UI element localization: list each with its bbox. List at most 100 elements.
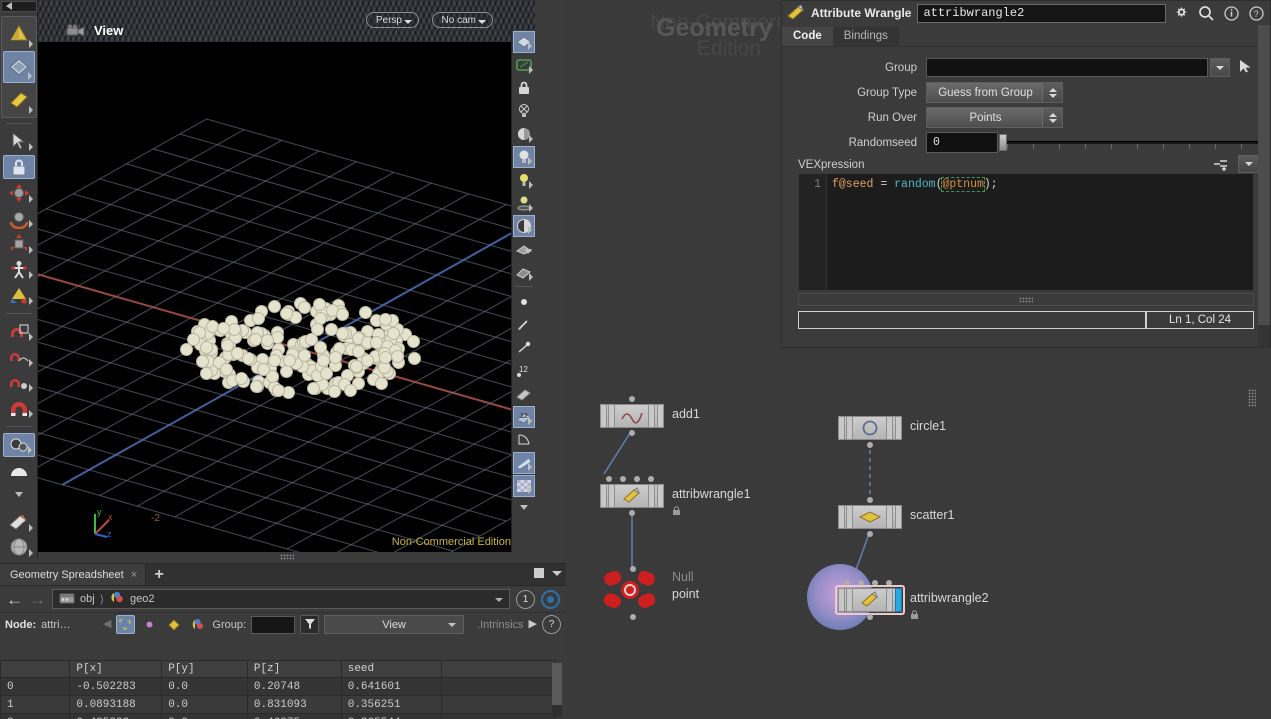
select-tool-icon[interactable] [3, 130, 35, 154]
display-frustum-icon[interactable] [512, 452, 535, 474]
help-icon[interactable]: ? [542, 615, 561, 634]
filter-icon[interactable] [300, 615, 320, 634]
move-tool-icon[interactable] [3, 181, 35, 205]
table-cell[interactable]: 2 [0, 713, 71, 719]
path-field[interactable]: obj ⟩ geo2 [52, 589, 510, 609]
editor-resize-grip[interactable] [1248, 389, 1256, 407]
display-bulb-off-icon[interactable] [513, 100, 535, 122]
handle-lock-icon[interactable] [2, 155, 35, 180]
tab-code[interactable]: Code [782, 27, 833, 46]
search-icon[interactable] [1197, 4, 1216, 23]
table-cell[interactable]: 0.356251 [340, 695, 442, 714]
paint-tool-icon[interactable] [3, 510, 35, 534]
parameter-panel-scrollbar[interactable] [1258, 25, 1270, 347]
back-arrow-icon[interactable]: ← [6, 591, 23, 608]
display-halfmoon-icon[interactable] [513, 123, 535, 145]
column-header[interactable] [440, 660, 557, 678]
table-cell[interactable] [440, 713, 557, 719]
editor-scroll-grip[interactable] [1019, 296, 1033, 303]
pose-tool-icon[interactable] [3, 258, 35, 282]
pin-target-icon[interactable] [541, 589, 560, 609]
table-cell[interactable]: 0.831093 [246, 695, 342, 714]
display-paint-icon[interactable] [513, 383, 535, 405]
tab-geometry-spreadsheet[interactable]: Geometry Spreadsheet × [0, 564, 147, 585]
table-cell[interactable]: 0.0 [161, 713, 248, 719]
snap-to-point-icon[interactable] [3, 371, 35, 395]
display-material-icon[interactable] [512, 215, 535, 237]
visibility-arc-icon[interactable] [3, 459, 35, 483]
table-cell[interactable] [440, 677, 557, 696]
node-scatter1[interactable]: scatter1 [838, 497, 954, 537]
null-node-icon[interactable] [602, 570, 660, 612]
node-output-connector[interactable] [629, 430, 635, 436]
node-output-connector[interactable] [867, 614, 873, 620]
table-cell[interactable]: 0.0 [161, 695, 248, 714]
display-camera-a-icon[interactable] [513, 238, 535, 260]
group-input[interactable] [926, 58, 1208, 77]
node-output-connector[interactable] [630, 614, 636, 620]
node-attribwrangle2[interactable]: attribwrangle2 [807, 564, 989, 630]
next-arrow-icon[interactable]: ▶ [529, 619, 537, 630]
wireframe-mode-icon[interactable] [2, 50, 35, 83]
table-row[interactable]: 1 0.0893188 0.0 0.831093 0.356251 [0, 695, 557, 714]
display-curve-icon[interactable] [513, 429, 535, 451]
points-attrib-icon[interactable] [116, 615, 136, 634]
randomseed-slider[interactable] [999, 132, 1270, 153]
table-row[interactable]: 0 -0.502283 0.0 0.20748 0.641601 [0, 677, 557, 696]
node-input-connector[interactable] [620, 476, 626, 482]
pane-menu-chevron-icon[interactable] [552, 570, 562, 576]
rotate-tool-icon[interactable] [3, 207, 35, 231]
shaded-mode-icon[interactable] [3, 18, 35, 50]
node-input-connector[interactable] [630, 566, 636, 572]
forward-arrow-icon[interactable]: → [29, 591, 46, 608]
insert-snippet-icon[interactable] [1212, 156, 1230, 172]
display-light-spot-icon[interactable] [513, 192, 535, 214]
info-icon[interactable] [1222, 4, 1241, 23]
scale-tool-icon[interactable] [3, 232, 35, 256]
display-lock-icon[interactable] [513, 77, 535, 99]
add-tab-button[interactable]: + [146, 564, 172, 585]
display-checker-icon[interactable] [512, 475, 535, 497]
table-cell[interactable]: 0.0 [161, 677, 248, 696]
display-number-icon[interactable]: 12 [513, 360, 535, 382]
randomseed-input[interactable]: 0 [926, 132, 998, 153]
viewport-projection-dropdown[interactable]: Persp [365, 12, 419, 28]
display-bulb-on-icon[interactable] [512, 146, 535, 168]
column-header[interactable]: P[x] [69, 660, 163, 678]
node-output-connector[interactable] [867, 531, 873, 537]
node-input-connector[interactable] [634, 476, 640, 482]
view-dropdown[interactable]: View [324, 615, 465, 634]
display-camera-b-icon[interactable] [513, 261, 535, 283]
breadcrumb-geo2[interactable]: geo2 [130, 593, 154, 605]
table-cell[interactable]: -0.502283 [69, 677, 163, 696]
group-dropdown-button[interactable] [1210, 58, 1230, 77]
orient-tool-icon[interactable] [3, 283, 35, 307]
table-cell[interactable]: 0.0893188 [69, 695, 163, 714]
spreadsheet-vertical-scrollbar[interactable] [552, 663, 562, 717]
node-input-connector[interactable] [606, 476, 612, 482]
column-header[interactable]: seed [340, 660, 442, 678]
run-over-dropdown[interactable]: Points [926, 107, 1063, 128]
viewport-resize-grip[interactable] [279, 554, 294, 560]
table-cell[interactable]: 1 [0, 695, 71, 714]
primitive-attrib-icon[interactable] [164, 615, 183, 634]
snap-to-primitive-icon[interactable] [3, 345, 35, 369]
frame-indicator[interactable]: 1 [516, 589, 535, 609]
display-vector-icon[interactable] [513, 337, 535, 359]
group-type-dropdown[interactable]: Guess from Group [926, 82, 1063, 103]
table-cell[interactable]: 0.20748 [246, 677, 342, 696]
display-shaded-icon[interactable] [512, 31, 535, 53]
table-cell[interactable]: 0.46875 [246, 713, 342, 719]
node-name-field[interactable]: attribwrangle2 [917, 3, 1166, 23]
scene-viewport[interactable]: View Persp No cam -2 y x z Non-Commercia… [38, 0, 535, 560]
node-input-connector[interactable] [867, 497, 873, 503]
intrinsics-label[interactable]: .Intrinsics [469, 619, 523, 631]
display-ghost-icon[interactable] [513, 54, 535, 76]
display-numbered-plane-icon[interactable]: 12 [512, 406, 535, 428]
display-normal-icon[interactable] [513, 314, 535, 336]
group-input[interactable] [251, 615, 296, 634]
node-output-connector[interactable] [629, 510, 635, 516]
table-cell[interactable]: 0.641601 [340, 677, 442, 696]
node-output-connector[interactable] [867, 442, 873, 448]
column-header[interactable]: P[z] [246, 660, 342, 678]
